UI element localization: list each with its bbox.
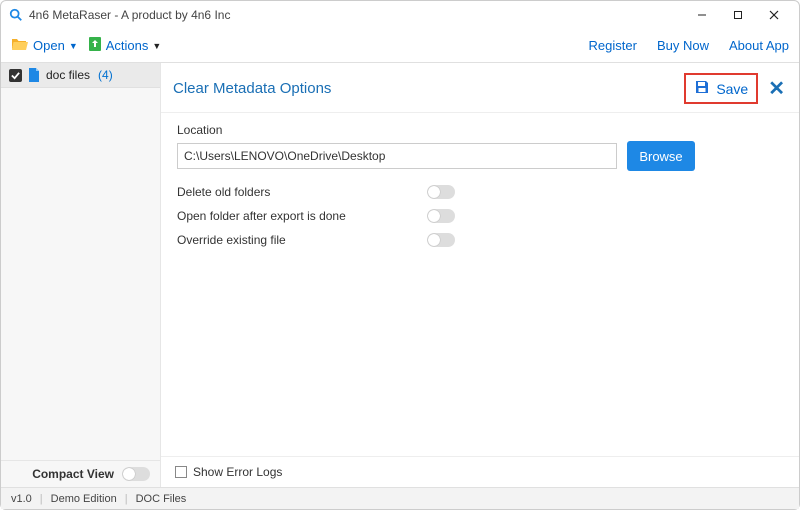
show-error-logs-label: Show Error Logs [193, 465, 282, 479]
open-folder-after-toggle[interactable] [427, 209, 455, 223]
save-highlight-box: Save [684, 73, 758, 104]
app-icon [9, 8, 23, 22]
caret-down-icon: ▼ [69, 41, 78, 51]
show-error-logs-checkbox[interactable] [175, 466, 187, 478]
minimize-button[interactable] [685, 3, 719, 27]
status-edition: Demo Edition [51, 493, 117, 505]
file-icon [28, 68, 40, 82]
location-label: Location [177, 123, 783, 137]
option-override-existing: Override existing file [177, 233, 783, 247]
content: doc files (4) Compact View Clear Metadat… [1, 63, 799, 487]
browse-button[interactable]: Browse [627, 141, 695, 171]
option-delete-old-folders: Delete old folders [177, 185, 783, 199]
buy-now-link[interactable]: Buy Now [657, 38, 709, 53]
compact-view-row: Compact View [1, 460, 160, 487]
main-panel: Clear Metadata Options Save ✕ Location B… [161, 63, 799, 487]
main-header: Clear Metadata Options Save ✕ [161, 63, 799, 113]
titlebar: 4n6 MetaRaser - A product by 4n6 Inc [1, 1, 799, 29]
sidebar-item-label: doc files [46, 68, 90, 82]
status-version: v1.0 [11, 493, 32, 505]
folder-open-icon [11, 37, 29, 54]
save-icon [694, 79, 710, 98]
caret-down-icon: ▼ [152, 41, 161, 51]
main-footer: Show Error Logs [161, 456, 799, 487]
statusbar: v1.0 | Demo Edition | DOC Files [1, 487, 799, 509]
option-open-folder-after: Open folder after export is done [177, 209, 783, 223]
panel-title: Clear Metadata Options [173, 80, 331, 97]
compact-view-label: Compact View [32, 467, 114, 481]
checkbox-checked-icon[interactable] [9, 69, 22, 82]
override-existing-toggle[interactable] [427, 233, 455, 247]
actions-icon [88, 36, 102, 55]
register-link[interactable]: Register [589, 38, 637, 53]
compact-view-toggle[interactable] [122, 467, 150, 481]
close-panel-button[interactable]: ✕ [766, 76, 787, 101]
sidebar: doc files (4) Compact View [1, 63, 161, 487]
save-button[interactable]: Save [690, 77, 752, 100]
actions-menu[interactable]: Actions ▼ [88, 36, 162, 55]
about-app-link[interactable]: About App [729, 38, 789, 53]
window-controls [685, 3, 791, 27]
maximize-button[interactable] [721, 3, 755, 27]
main-body: Location Browse Delete old folders Open … [161, 113, 799, 456]
window-title: 4n6 MetaRaser - A product by 4n6 Inc [29, 8, 230, 22]
toolbar: Open ▼ Actions ▼ Register Buy Now About … [1, 29, 799, 63]
open-menu[interactable]: Open ▼ [11, 37, 78, 54]
sidebar-item-doc-files[interactable]: doc files (4) [1, 63, 160, 88]
delete-old-folders-toggle[interactable] [427, 185, 455, 199]
status-files: DOC Files [136, 493, 187, 505]
location-input[interactable] [177, 143, 617, 169]
sidebar-item-count: (4) [98, 68, 113, 82]
close-window-button[interactable] [757, 3, 791, 27]
